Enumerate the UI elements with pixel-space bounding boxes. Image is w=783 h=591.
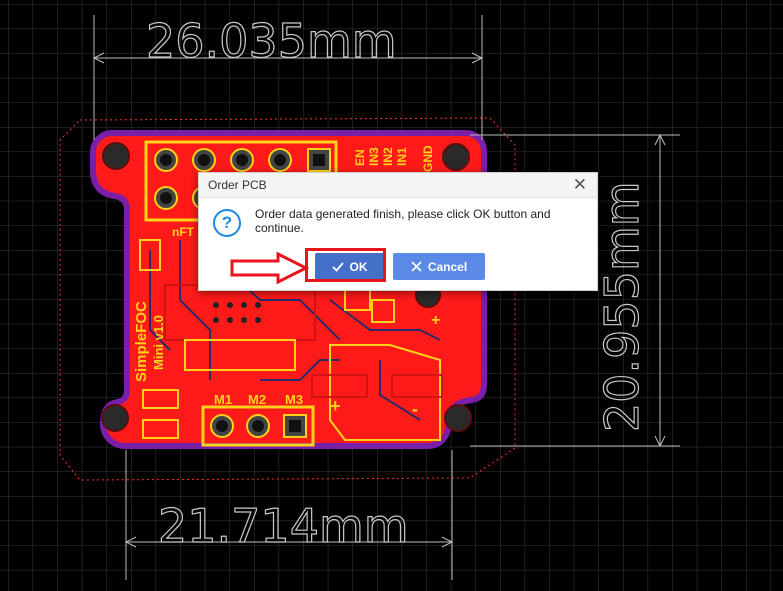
dimension-top-width: 26.035mm bbox=[146, 14, 397, 68]
dialog-message: Order data generated finish, please clic… bbox=[255, 207, 551, 235]
dimension-bottom-width: 21.714mm bbox=[158, 499, 409, 553]
header-label-in2: IN2 bbox=[381, 147, 395, 166]
brand-line-2: Mini v1.0 bbox=[151, 315, 166, 370]
checkmark-icon bbox=[331, 261, 344, 272]
mounting-hole-bottom-left bbox=[101, 404, 129, 432]
motor-label-m2: M2 bbox=[248, 392, 266, 407]
mounting-hole-top-left bbox=[102, 142, 130, 170]
x-icon bbox=[411, 261, 422, 272]
cancel-button[interactable]: Cancel bbox=[393, 253, 485, 280]
header-label-en: EN bbox=[353, 149, 367, 166]
dimension-right-height: 20.955mm bbox=[595, 181, 649, 432]
nfault-label: nFT bbox=[172, 225, 195, 239]
header-label-gnd: GND bbox=[421, 145, 435, 172]
pcb-canvas[interactable]: EN IN3 IN2 IN1 GND nFT SimpleFOC Mini v1… bbox=[0, 0, 783, 591]
mounting-hole-top-right bbox=[442, 143, 470, 171]
ok-button-label: OK bbox=[349, 259, 368, 274]
motor-pins bbox=[210, 414, 307, 438]
motor-label-m1: M1 bbox=[214, 392, 232, 407]
dialog-title: Order PCB bbox=[208, 178, 267, 192]
dialog-header: Order PCB ✕ bbox=[199, 173, 597, 198]
brand-line-1: SimpleFOC bbox=[133, 301, 150, 382]
mounting-hole-bottom-right bbox=[444, 404, 472, 432]
ok-button[interactable]: OK bbox=[315, 253, 384, 280]
question-icon: ? bbox=[213, 209, 241, 237]
order-pcb-dialog: Order PCB ✕ ? Order data generated finis… bbox=[198, 172, 598, 291]
capacitor-minus-sign: - bbox=[412, 399, 418, 419]
header-label-in3: IN3 bbox=[367, 147, 381, 166]
header-label-in1: IN1 bbox=[395, 147, 409, 166]
power-plus-sign: + bbox=[431, 312, 440, 329]
close-icon[interactable]: ✕ bbox=[573, 175, 587, 195]
capacitor-plus-sign: + bbox=[330, 396, 341, 416]
cancel-button-label: Cancel bbox=[427, 259, 468, 274]
motor-label-m3: M3 bbox=[285, 392, 303, 407]
